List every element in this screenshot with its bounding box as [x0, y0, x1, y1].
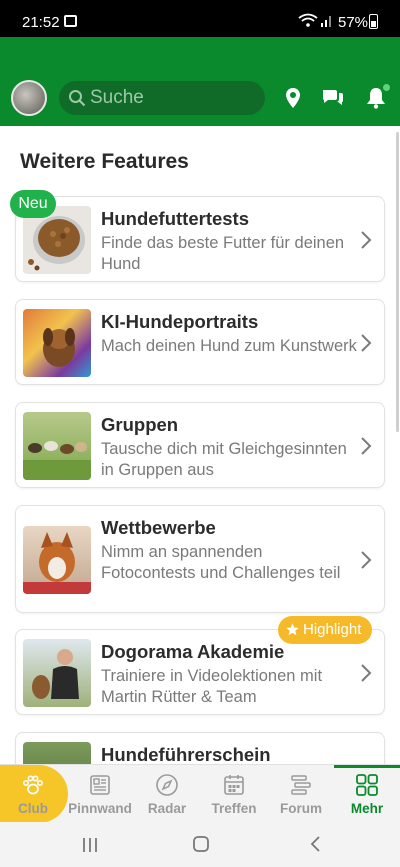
chevron-right-icon: [361, 664, 372, 682]
nav-label: Radar: [147, 801, 187, 816]
nav-label: Forum: [280, 801, 322, 816]
nav-label: Pinnwand: [68, 801, 132, 816]
system-navigation-bar: [0, 822, 400, 867]
nav-item-radar[interactable]: Radar: [134, 765, 200, 823]
nav-item-treffen[interactable]: Treffen: [201, 765, 267, 823]
feature-card-hundefuehrerschein[interactable]: Hundeführerschein: [15, 732, 385, 764]
battery-icon: [369, 14, 378, 29]
academy-thumbnail: [23, 639, 91, 707]
scrollbar[interactable]: [396, 132, 399, 432]
features-list[interactable]: Weitere Features Hundefuttertests Finde …: [0, 126, 400, 764]
chevron-right-icon: [361, 231, 372, 249]
feature-title: Hundefuttertests: [101, 208, 250, 229]
feature-description: Trainiere in Videolektionen mit Martin R…: [101, 667, 323, 706]
search-icon: [69, 90, 86, 107]
feature-title: Dogorama Akademie: [101, 641, 285, 662]
feature-title: Gruppen: [101, 414, 179, 435]
nav-item-club[interactable]: Club: [0, 765, 66, 823]
feature-description: Mach deinen Hund zum Kunstwerk: [101, 337, 357, 355]
nav-label: Treffen: [211, 801, 257, 816]
feature-title: KI-Hundeportraits: [101, 311, 259, 332]
contest-thumbnail: [23, 526, 91, 594]
compass-icon: [156, 774, 178, 796]
image-notification-icon: [64, 15, 77, 27]
feature-description: Nimm an spannenden Fotocontests und Chal…: [101, 543, 341, 582]
chevron-right-icon: [361, 437, 372, 455]
license-thumbnail: [23, 742, 91, 764]
signal-icon: [321, 16, 331, 27]
chat-icon[interactable]: [321, 86, 345, 110]
feature-card-wettbewerbe[interactable]: Wettbewerbe Nimm an spannenden Fotoconte…: [15, 505, 385, 613]
grid-icon: [356, 774, 378, 796]
paw-icon: [22, 775, 43, 795]
feature-title: Wettbewerbe: [101, 517, 216, 538]
home-icon[interactable]: [192, 835, 210, 853]
nav-item-pinnwand[interactable]: Pinnwand: [67, 765, 133, 823]
nav-item-forum[interactable]: Forum: [268, 765, 334, 823]
wifi-icon: [298, 13, 318, 27]
location-pin-icon[interactable]: [281, 86, 305, 110]
feature-description: Tausche dich mit Gleichgesinnten in Grup…: [101, 440, 347, 479]
highlight-label: Highlight: [303, 621, 362, 638]
star-icon: [286, 623, 299, 636]
chevron-right-icon: [361, 551, 372, 569]
recent-apps-icon[interactable]: [81, 836, 99, 854]
forum-icon: [291, 775, 311, 795]
new-badge: Neu: [10, 190, 56, 218]
groups-thumbnail: [23, 412, 91, 480]
nav-label: Mehr: [350, 801, 384, 816]
search-bar[interactable]: [59, 81, 265, 115]
avatar[interactable]: [11, 80, 47, 116]
section-title: Weitere Features: [20, 150, 189, 173]
highlight-badge: Highlight: [278, 616, 372, 644]
nav-item-mehr[interactable]: Mehr: [334, 765, 400, 823]
newspaper-icon: [90, 775, 110, 795]
status-time: 21:52: [22, 14, 60, 31]
feature-card-hundefuttertests[interactable]: Hundefuttertests Finde das beste Futter …: [15, 196, 385, 282]
feature-title: Hundeführerschein: [101, 744, 271, 764]
feature-description: Finde das beste Futter für deinen Hund: [101, 234, 345, 273]
feature-card-ki-hundeportraits[interactable]: KI-Hundeportraits Mach deinen Hund zum K…: [15, 299, 385, 385]
ai-portrait-thumbnail: [23, 309, 91, 377]
chevron-right-icon: [361, 334, 372, 352]
battery-percent: 57%: [338, 14, 369, 31]
bottom-navigation: Club Pinnwand Radar Treffen Forum Mehr: [0, 764, 400, 823]
status-bar: 21:52 57%: [0, 0, 400, 37]
calendar-icon: [224, 775, 244, 795]
feature-card-gruppen[interactable]: Gruppen Tausche dich mit Gleichgesinnten…: [15, 402, 385, 488]
back-icon[interactable]: [308, 835, 322, 853]
nav-label: Club: [18, 801, 48, 816]
notification-dot: [382, 83, 391, 92]
search-input[interactable]: [90, 81, 260, 115]
